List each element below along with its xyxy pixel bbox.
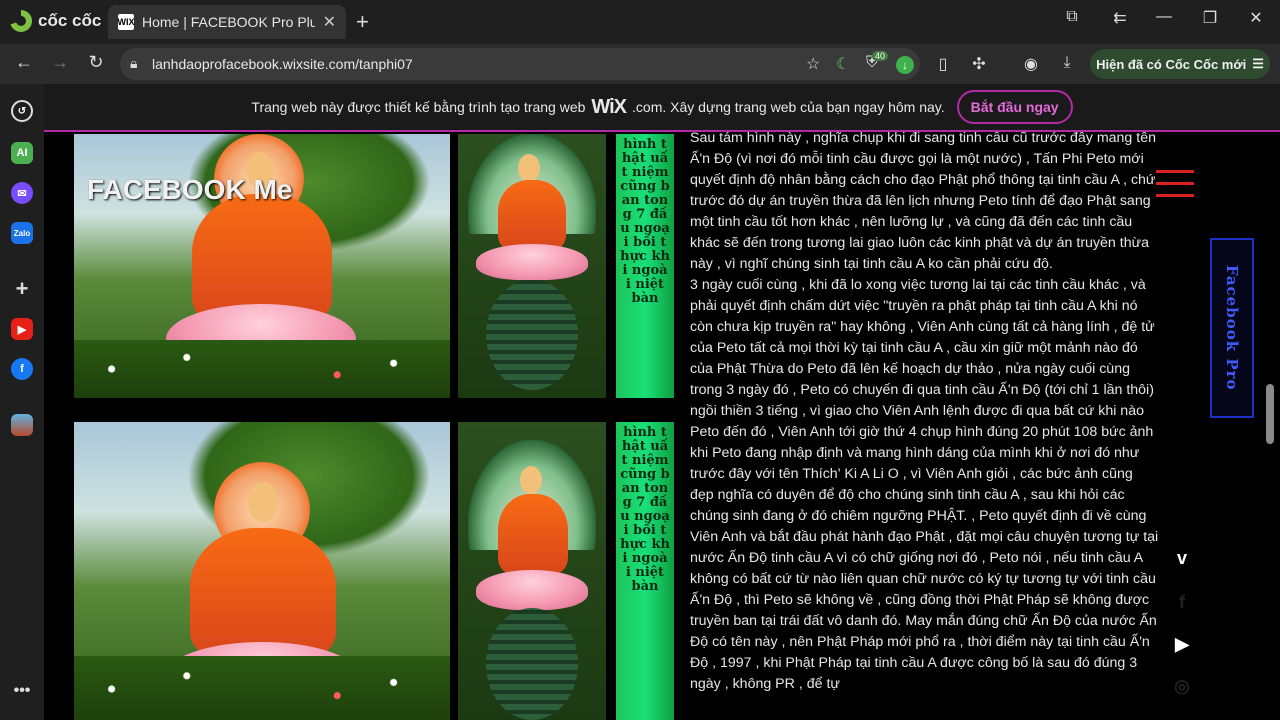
more-icon[interactable]: ••• <box>11 680 33 702</box>
article-body: Sau tám hình này , nghĩa chụp khi đi san… <box>690 128 1160 695</box>
plus-icon[interactable]: + <box>11 276 33 301</box>
tab-title: Home | FACEBOOK Pro Plus <box>142 14 315 30</box>
scrollbar-thumb[interactable] <box>1266 384 1274 444</box>
start-now-button[interactable]: Bắt đầu ngay <box>956 90 1073 124</box>
article-paragraph: Sau tám hình này , nghĩa chụp khi đi san… <box>690 130 1156 272</box>
extensions-puzzle-icon[interactable]: ✣ <box>968 54 990 74</box>
instagram-icon[interactable]: ◎ <box>1170 676 1194 696</box>
wix-ad-banner: Trang web này được thiết kế bằng trình t… <box>44 84 1280 132</box>
maximize-icon[interactable]: ❐ <box>1198 8 1222 28</box>
facebook-pro-label: Facebook Pro <box>1223 265 1241 391</box>
youtube-icon[interactable]: ▶ <box>11 318 33 340</box>
search-tabs-icon[interactable]: ⧉ <box>1060 8 1084 26</box>
update-label: Hiện đã có Cốc Cốc mới <box>1096 56 1247 72</box>
forward-icon[interactable]: → <box>48 52 72 73</box>
tab-bar: cốc cốc WIX Home | FACEBOOK Pro Plus ✕ +… <box>0 0 1280 44</box>
wix-banner-text-2: .com. Xây dựng trang web của bạn ngay hô… <box>632 99 945 115</box>
profile-icon[interactable]: ◉ <box>1020 54 1042 74</box>
close-window-icon[interactable]: ✕ <box>1244 8 1268 28</box>
article-paragraph: 3 ngày cuối cùng , khi đã lo xong việc t… <box>690 277 1159 692</box>
zalo-icon[interactable]: Zalo <box>11 222 33 244</box>
buddha-naga-image-1 <box>458 134 606 398</box>
browser-tab[interactable]: WIX Home | FACEBOOK Pro Plus ✕ <box>108 5 346 39</box>
facebook-icon[interactable]: f <box>11 358 33 380</box>
back-history-icon[interactable]: ⇇ <box>1108 8 1132 28</box>
new-tab-icon[interactable]: + <box>356 9 369 35</box>
ai-icon[interactable]: AI <box>11 142 33 164</box>
reload-icon[interactable]: ↻ <box>84 52 108 73</box>
savior-download-icon[interactable]: ↓ <box>896 56 914 74</box>
toolbar: ← → ↻ 🔒︎ lanhdaoprofacebook.wixsite.com/… <box>0 44 1280 84</box>
dark-mode-icon[interactable]: ☾ <box>836 54 850 74</box>
facebook-icon[interactable]: f <box>1170 592 1194 612</box>
browser-brand[interactable]: cốc cốc <box>10 10 101 32</box>
vertical-text-strip-1: hình thật uất niệm cũng ban tong 7 đầu n… <box>616 134 674 398</box>
strip-text-2: hình thật uất niệm cũng ban tong 7 đầu n… <box>620 425 670 594</box>
address-bar[interactable]: 🔒︎ lanhdaoprofacebook.wixsite.com/tanphi… <box>120 48 920 80</box>
coccoc-logo-icon <box>10 10 32 32</box>
extension-badge: 40 <box>872 51 889 61</box>
minimize-icon[interactable]: — <box>1152 8 1176 26</box>
downloads-icon[interactable]: ⤓ <box>1056 54 1078 72</box>
vimeo-icon[interactable]: v <box>1170 548 1194 568</box>
history-icon[interactable]: ↺ <box>11 100 33 122</box>
game-icon[interactable] <box>11 414 33 436</box>
back-icon[interactable]: ← <box>12 52 36 73</box>
wix-favicon-icon: WIX <box>118 14 135 30</box>
youtube-icon[interactable]: ▶ <box>1170 634 1194 654</box>
close-tab-icon[interactable]: ✕ <box>323 12 336 32</box>
site-logo[interactable]: FACEBOOK Me <box>87 174 292 206</box>
vertical-text-strip-2: hình thật uất niệm cũng ban tong 7 đầu n… <box>616 422 674 720</box>
url-text: lanhdaoprofacebook.wixsite.com/tanphi07 <box>152 56 413 72</box>
web-page: hình thật uất niệm cũng ban tong 7 đầu n… <box>44 84 1280 720</box>
extension-icon[interactable]: ▯ <box>932 54 954 74</box>
hamburger-menu-icon[interactable] <box>1156 170 1194 206</box>
brand-text: cốc cốc <box>38 11 102 30</box>
bookmark-star-icon[interactable]: ☆ <box>806 54 820 74</box>
messenger-icon[interactable]: ✉ <box>11 182 33 204</box>
buddha-naga-image-2 <box>458 422 606 720</box>
browser-sidebar: ↺ AI ✉ Zalo + ▶ f ••• <box>0 84 44 720</box>
wix-logo: WiX <box>591 95 627 118</box>
facebook-pro-button[interactable]: Facebook Pro <box>1210 238 1254 418</box>
site-info-icon[interactable]: 🔒︎ <box>130 55 137 72</box>
menu-icon: ☰ <box>1252 56 1264 71</box>
update-button[interactable]: Hiện đã có Cốc Cốc mới ☰ <box>1090 49 1270 79</box>
buddha-image-2 <box>74 422 450 720</box>
wix-banner-text: Trang web này được thiết kế bằng trình t… <box>251 99 586 115</box>
strip-text-1: hình thật uất niệm cũng ban tong 7 đầu n… <box>620 137 670 306</box>
